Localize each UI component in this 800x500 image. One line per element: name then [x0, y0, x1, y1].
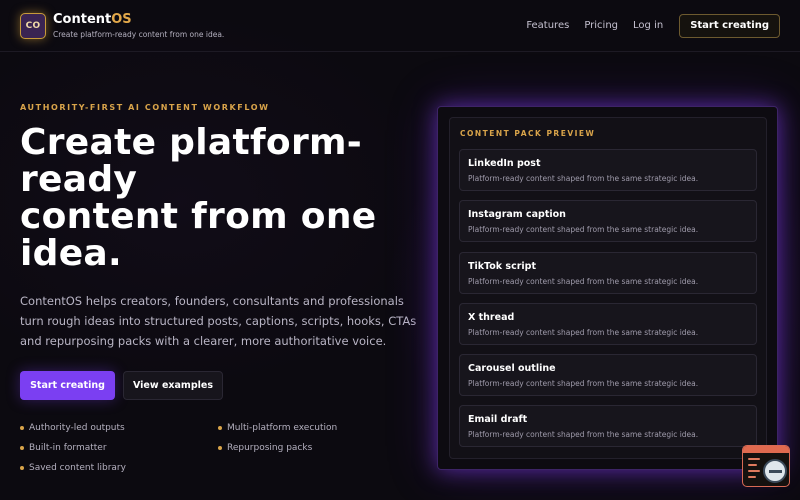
brand-name[interactable]: ContentOS — [53, 12, 224, 27]
code-search-widget-icon[interactable] — [742, 445, 790, 487]
preview-label: CONTENT PACK PREVIEW — [460, 129, 596, 138]
view-examples-button[interactable]: View examples — [123, 371, 223, 400]
card-description: Platform-ready content shaped from the s… — [468, 174, 699, 183]
card-title: LinkedIn post — [468, 158, 541, 169]
card-description: Platform-ready content shaped from the s… — [468, 328, 699, 337]
bullet-dot-icon — [218, 426, 222, 430]
feature-item: Repurposing packs — [218, 443, 312, 453]
hero-title-line: idea. — [20, 233, 122, 274]
start-creating-button[interactable]: Start creating — [20, 371, 115, 400]
magnifier-icon — [763, 459, 787, 483]
feature-item: Multi-platform execution — [218, 423, 337, 433]
brand-tagline: Create platform-ready content from one i… — [53, 30, 225, 39]
widget-line — [748, 470, 760, 472]
brand-name-accent: OS — [111, 12, 132, 27]
bullet-dot-icon — [20, 446, 24, 450]
card-title: Instagram caption — [468, 209, 566, 220]
preview-card[interactable]: Email draft Platform-ready content shape… — [459, 405, 757, 447]
preview-card[interactable]: X thread Platform-ready content shaped f… — [459, 303, 757, 345]
brand: ContentOS Create platform-ready content … — [53, 12, 224, 39]
co-logo-icon[interactable]: CO — [20, 12, 46, 39]
hero-title-line: ready — [20, 159, 138, 200]
preview-card[interactable]: Instagram caption Platform-ready content… — [459, 200, 757, 242]
feature-label: Saved content library — [29, 463, 126, 473]
card-title: Carousel outline — [468, 363, 556, 374]
feature-label: Multi-platform execution — [227, 423, 338, 433]
feature-label: Authority-led outputs — [29, 423, 125, 433]
feature-item: Saved content library — [20, 463, 126, 473]
widget-line — [748, 458, 760, 460]
feature-item: Authority-led outputs — [20, 423, 125, 433]
card-description: Platform-ready content shaped from the s… — [468, 225, 699, 234]
nav-link-features[interactable]: Features — [526, 20, 569, 31]
site-header: CO ContentOS Create platform-ready conte… — [0, 0, 800, 52]
header-start-creating-button[interactable]: Start creating — [679, 13, 780, 38]
hero-description: ContentOS helps creators, founders, cons… — [20, 294, 417, 348]
feature-item: Built-in formatter — [20, 443, 107, 453]
card-title: Email draft — [468, 414, 528, 425]
widget-line — [748, 476, 756, 478]
card-description: Platform-ready content shaped from the s… — [468, 379, 699, 388]
card-title: X thread — [468, 312, 515, 323]
preview-card[interactable]: TikTok script Platform-ready content sha… — [459, 252, 757, 294]
feature-label: Built-in formatter — [29, 443, 107, 453]
widget-title-bar — [743, 446, 789, 453]
bullet-dot-icon — [20, 466, 24, 470]
preview-card[interactable]: LinkedIn post Platform-ready content sha… — [459, 149, 757, 191]
bullet-dot-icon — [20, 426, 24, 430]
nav-link-pricing[interactable]: Pricing — [584, 20, 618, 31]
hero-title-line: content from one — [20, 196, 377, 237]
card-description: Platform-ready content shaped from the s… — [468, 430, 699, 439]
main-nav: Features Pricing Log in Start creating — [511, 13, 780, 38]
card-description: Platform-ready content shaped from the s… — [468, 277, 699, 286]
hero-title-line: Create platform- — [20, 122, 363, 163]
hero-title: Create platform- ready content from one … — [20, 124, 420, 272]
feature-label: Repurposing packs — [227, 443, 313, 453]
bullet-dot-icon — [218, 446, 222, 450]
preview-card[interactable]: Carousel outline Platform-ready content … — [459, 354, 757, 396]
widget-line — [748, 464, 757, 466]
brand-name-main: Content — [53, 12, 112, 27]
nav-link-login[interactable]: Log in — [633, 20, 663, 31]
hero-eyebrow: AUTHORITY-FIRST AI CONTENT WORKFLOW — [20, 103, 270, 112]
card-title: TikTok script — [468, 261, 536, 272]
